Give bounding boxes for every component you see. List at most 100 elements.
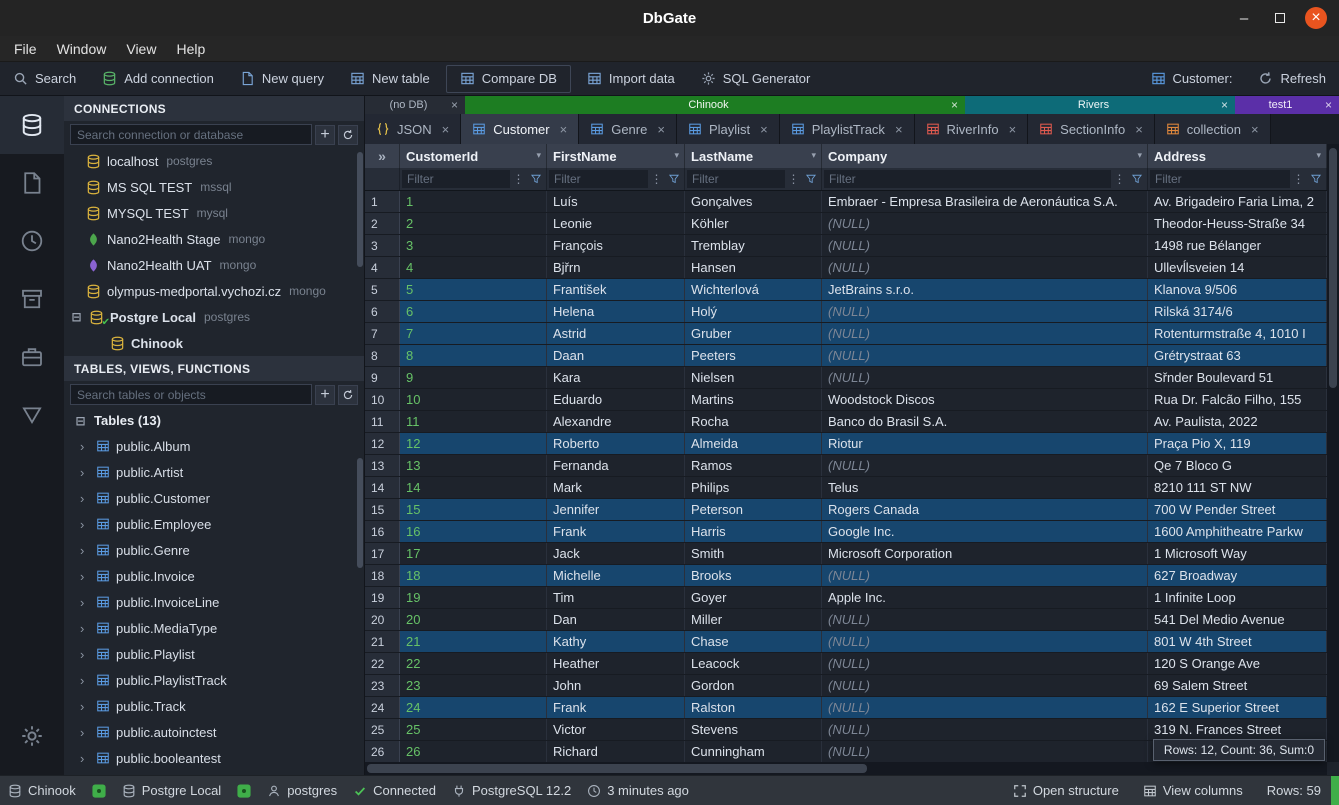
file-tab-genre[interactable]: Genre× bbox=[579, 114, 677, 144]
cell-company[interactable]: Banco do Brasil S.A. bbox=[822, 411, 1148, 432]
cell-lastname[interactable]: Chase bbox=[685, 631, 822, 652]
cell-customerid[interactable]: 19 bbox=[400, 587, 547, 608]
row-number[interactable]: 24 bbox=[365, 697, 400, 718]
cell-company[interactable]: (NULL) bbox=[822, 455, 1148, 476]
cell-firstname[interactable]: Richard bbox=[547, 741, 685, 762]
close-icon[interactable]: × bbox=[560, 122, 568, 137]
activity-history-button[interactable] bbox=[0, 212, 64, 270]
cell-firstname[interactable]: Kathy bbox=[547, 631, 685, 652]
cell-firstname[interactable]: Eduardo bbox=[547, 389, 685, 410]
cell-lastname[interactable]: Rocha bbox=[685, 411, 822, 432]
cell-lastname[interactable]: Ralston bbox=[685, 697, 822, 718]
row-number[interactable]: 10 bbox=[365, 389, 400, 410]
maximize-button[interactable] bbox=[1269, 7, 1291, 29]
horizontal-scrollbar[interactable] bbox=[365, 762, 1327, 775]
close-icon[interactable]: × bbox=[1009, 122, 1017, 137]
table-item-public-genre[interactable]: ›public.Genre bbox=[64, 537, 364, 563]
chevron-right-icon[interactable]: › bbox=[80, 699, 90, 714]
cell-lastname[interactable]: Nielsen bbox=[685, 367, 822, 388]
cell-lastname[interactable]: Almeida bbox=[685, 433, 822, 454]
cell-lastname[interactable]: Miller bbox=[685, 609, 822, 630]
chevron-right-icon[interactable]: › bbox=[80, 543, 90, 558]
cell-address[interactable]: Rua Dr. Falcão Filho, 155 bbox=[1148, 389, 1327, 410]
chevron-right-icon[interactable]: › bbox=[80, 517, 90, 532]
refresh-connections-button[interactable] bbox=[338, 125, 358, 145]
close-icon[interactable]: × bbox=[1319, 98, 1332, 112]
import-data-button[interactable]: Import data bbox=[574, 62, 688, 95]
cell-customerid[interactable]: 20 bbox=[400, 609, 547, 630]
cell-lastname[interactable]: Martins bbox=[685, 389, 822, 410]
table-item-public-mediatype[interactable]: ›public.MediaType bbox=[64, 615, 364, 641]
cell-company[interactable]: (NULL) bbox=[822, 697, 1148, 718]
cell-customerid[interactable]: 10 bbox=[400, 389, 547, 410]
cell-lastname[interactable]: Köhler bbox=[685, 213, 822, 234]
connection-item-postgre-local[interactable]: ⊟✔Postgre Localpostgres bbox=[64, 304, 364, 330]
cell-company[interactable]: (NULL) bbox=[822, 345, 1148, 366]
row-number[interactable]: 1 bbox=[365, 191, 400, 212]
cell-firstname[interactable]: Jennifer bbox=[547, 499, 685, 520]
refresh-objects-button[interactable] bbox=[338, 385, 358, 405]
column-header-lastname[interactable]: LastName▾ bbox=[685, 144, 822, 168]
column-header-address[interactable]: Address▾ bbox=[1148, 144, 1327, 168]
cell-customerid[interactable]: 13 bbox=[400, 455, 547, 476]
activity-files-button[interactable] bbox=[0, 154, 64, 212]
row-number[interactable]: 20 bbox=[365, 609, 400, 630]
cell-lastname[interactable]: Wichterlová bbox=[685, 279, 822, 300]
chevron-down-icon[interactable]: ▾ bbox=[811, 151, 816, 161]
cell-firstname[interactable]: Bjřrn bbox=[547, 257, 685, 278]
chevron-right-icon[interactable]: › bbox=[80, 647, 90, 662]
cell-company[interactable]: (NULL) bbox=[822, 631, 1148, 652]
activity-plugins-button[interactable] bbox=[0, 328, 64, 386]
filter-funnel-button[interactable] bbox=[1307, 170, 1324, 188]
file-tab-playlisttrack[interactable]: PlaylistTrack× bbox=[780, 114, 915, 144]
customer-quick-button[interactable]: Customer: bbox=[1138, 62, 1246, 95]
filter-menu-button[interactable]: ⋮ bbox=[785, 170, 802, 188]
cell-firstname[interactable]: Astrid bbox=[547, 323, 685, 344]
cell-customerid[interactable]: 9 bbox=[400, 367, 547, 388]
cell-company[interactable]: (NULL) bbox=[822, 301, 1148, 322]
chevron-right-icon[interactable]: › bbox=[80, 595, 90, 610]
add-connection-button[interactable]: Add connection bbox=[89, 62, 227, 95]
filter-input-lastname[interactable] bbox=[687, 170, 785, 188]
row-number[interactable]: 8 bbox=[365, 345, 400, 366]
cell-address[interactable]: 801 W 4th Street bbox=[1148, 631, 1327, 652]
table-item-public-autoinctest[interactable]: ›public.autoinctest bbox=[64, 719, 364, 745]
cell-company[interactable]: (NULL) bbox=[822, 367, 1148, 388]
close-icon[interactable]: × bbox=[657, 122, 665, 137]
cell-address[interactable]: 319 N. Frances Street bbox=[1148, 719, 1327, 740]
row-number[interactable]: 18 bbox=[365, 565, 400, 586]
row-number[interactable]: 25 bbox=[365, 719, 400, 740]
cell-customerid[interactable]: 25 bbox=[400, 719, 547, 740]
cell-address[interactable]: Av. Brigadeiro Faria Lima, 2 bbox=[1148, 191, 1327, 212]
filter-menu-button[interactable]: ⋮ bbox=[648, 170, 665, 188]
close-icon[interactable]: × bbox=[945, 98, 958, 112]
filter-menu-button[interactable]: ⋮ bbox=[1111, 170, 1128, 188]
chevron-down-icon[interactable]: ▾ bbox=[1316, 151, 1321, 161]
cell-lastname[interactable]: Peeters bbox=[685, 345, 822, 366]
cell-firstname[interactable]: Tim bbox=[547, 587, 685, 608]
cell-lastname[interactable]: Gordon bbox=[685, 675, 822, 696]
db-tab-test1[interactable]: test1× bbox=[1235, 96, 1339, 114]
cell-address[interactable]: 627 Broadway bbox=[1148, 565, 1327, 586]
minimize-button[interactable]: – bbox=[1233, 7, 1255, 29]
cell-customerid[interactable]: 4 bbox=[400, 257, 547, 278]
status-open-structure[interactable]: Open structure bbox=[1013, 783, 1119, 798]
cell-lastname[interactable]: Ramos bbox=[685, 455, 822, 476]
cell-firstname[interactable]: Kara bbox=[547, 367, 685, 388]
status-connection-name[interactable]: Postgre Local bbox=[122, 783, 222, 798]
filter-funnel-button[interactable] bbox=[1128, 170, 1145, 188]
cell-customerid[interactable]: 1 bbox=[400, 191, 547, 212]
column-header-company[interactable]: Company▾ bbox=[822, 144, 1148, 168]
cell-customerid[interactable]: 22 bbox=[400, 653, 547, 674]
cell-firstname[interactable]: Alexandre bbox=[547, 411, 685, 432]
cell-lastname[interactable]: Tremblay bbox=[685, 235, 822, 256]
close-icon[interactable]: × bbox=[1215, 98, 1228, 112]
cell-customerid[interactable]: 11 bbox=[400, 411, 547, 432]
status-database-name[interactable]: Chinook bbox=[8, 783, 76, 798]
table-item-public-album[interactable]: ›public.Album bbox=[64, 433, 364, 459]
db-tab-rivers[interactable]: Rivers× bbox=[965, 96, 1235, 114]
add-object-mini-button[interactable]: + bbox=[315, 385, 335, 405]
row-number[interactable]: 22 bbox=[365, 653, 400, 674]
row-number[interactable]: 5 bbox=[365, 279, 400, 300]
cell-address[interactable]: Qe 7 Bloco G bbox=[1148, 455, 1327, 476]
